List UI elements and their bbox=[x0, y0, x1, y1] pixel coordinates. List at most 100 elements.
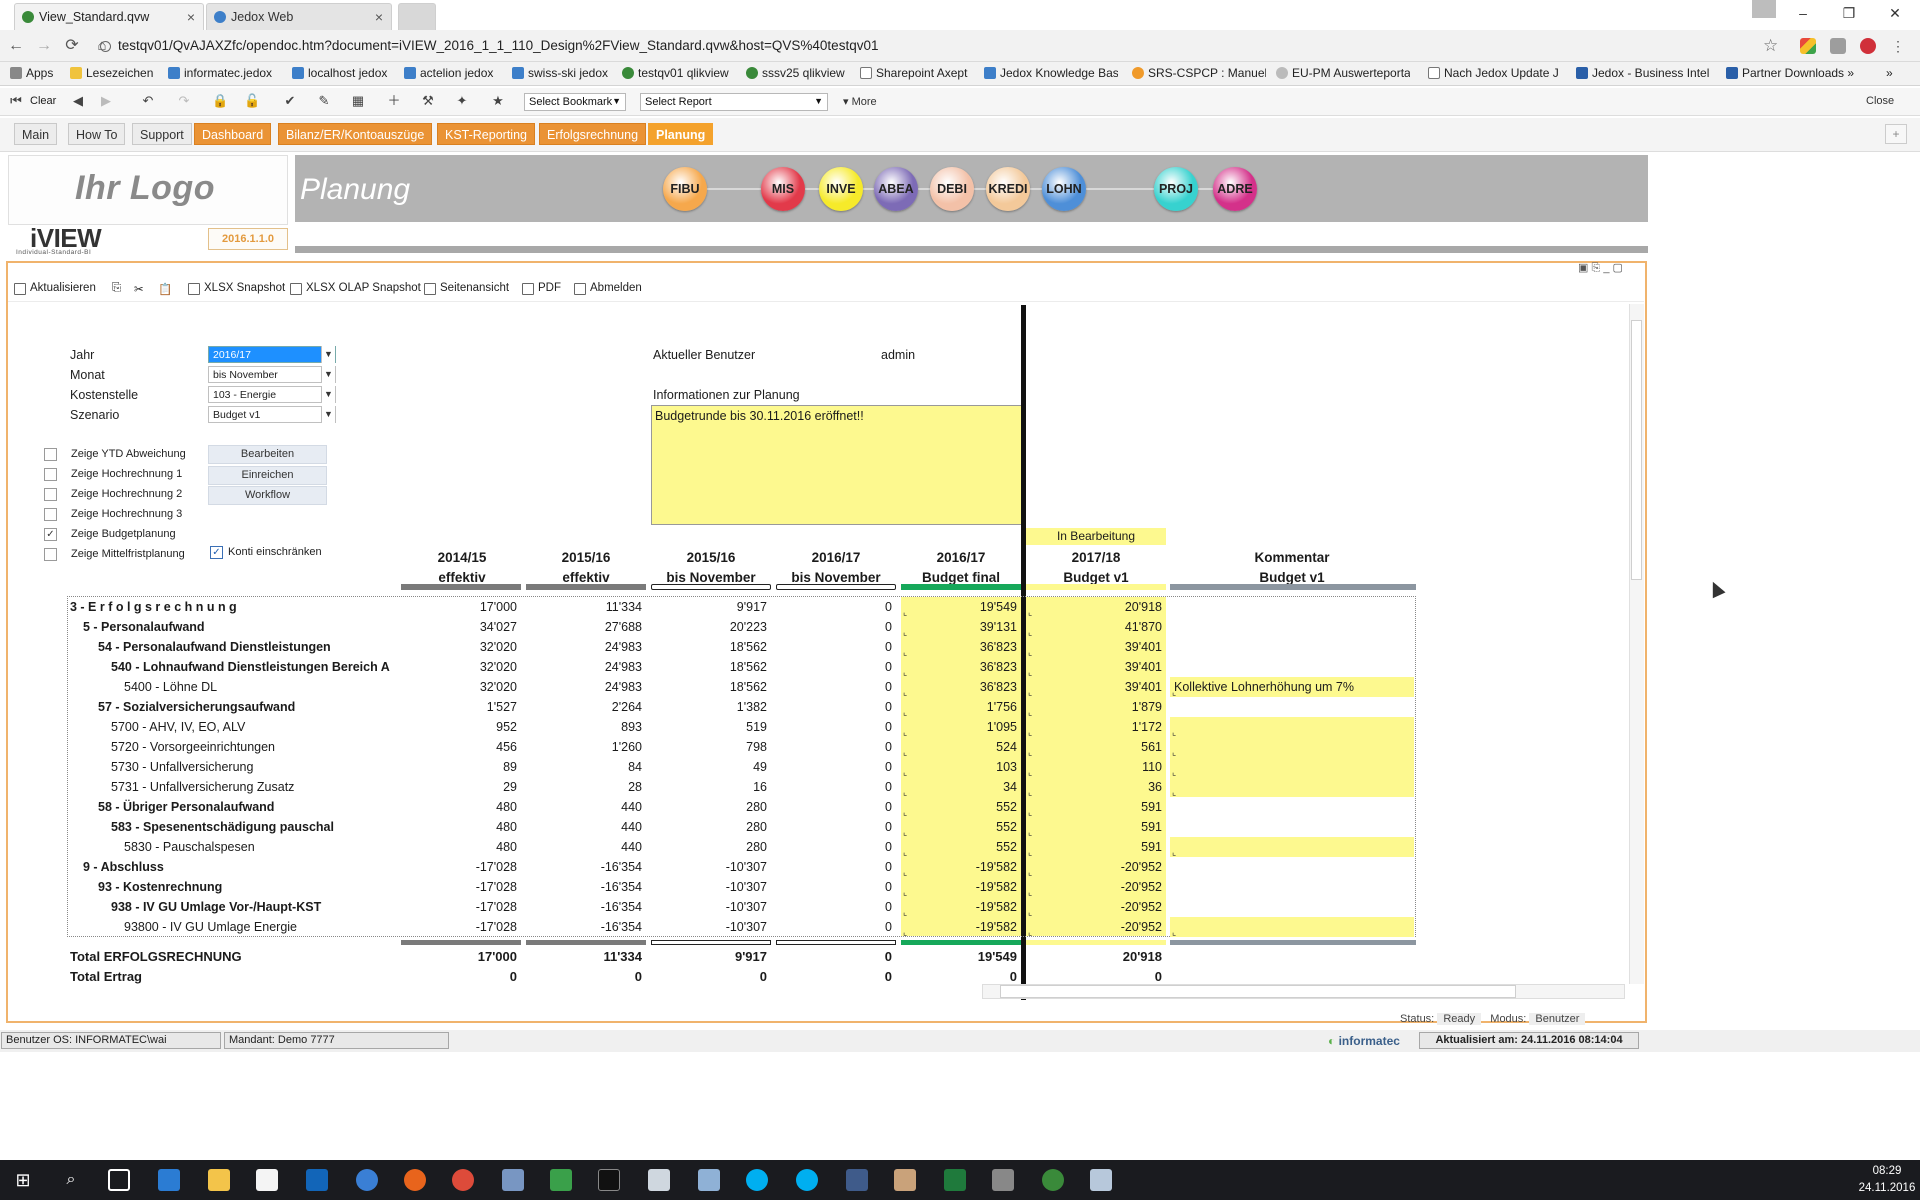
bookmark-apps[interactable]: Apps bbox=[10, 66, 60, 80]
module-debi-button[interactable]: DEBI bbox=[930, 167, 974, 211]
cell-value[interactable]: 39'401 bbox=[1050, 660, 1162, 674]
table-row[interactable]: 5720 - Vorsorgeeinrichtungen 456 1'260 798 0… bbox=[0, 737, 1416, 757]
table-row[interactable]: 58 - Übriger Personalaufwand 480 440 280 0 55… bbox=[0, 797, 1416, 817]
back-arrow-icon[interactable]: ← bbox=[6, 36, 26, 56]
tab-support[interactable]: Support bbox=[132, 123, 192, 145]
tab-main[interactable]: Main bbox=[14, 123, 58, 145]
comment-cell[interactable] bbox=[1170, 917, 1414, 937]
bookmark-informatec-jedox[interactable]: informatec.jedox bbox=[168, 66, 280, 80]
reload-icon[interactable]: ⟳ bbox=[62, 36, 82, 56]
app-icon[interactable] bbox=[1090, 1169, 1112, 1191]
cell-value[interactable]: 36 bbox=[1050, 780, 1162, 794]
cell-value[interactable]: 41'870 bbox=[1050, 620, 1162, 634]
comment-cell[interactable] bbox=[1170, 737, 1414, 757]
terminal-icon[interactable] bbox=[598, 1169, 620, 1191]
cell-value[interactable]: 1'879 bbox=[1050, 700, 1162, 714]
qlikview-icon[interactable] bbox=[1042, 1169, 1064, 1191]
planning-info-box[interactable]: Budgetrunde bis 30.11.2016 eröffnet!! bbox=[651, 405, 1022, 525]
checkbox-konti-einschraenken[interactable]: ✓ Konti einschränken bbox=[210, 546, 322, 559]
checkbox-box[interactable] bbox=[44, 488, 57, 501]
bookmark-jedox-bi[interactable]: Jedox - Business Intel bbox=[1576, 66, 1716, 80]
table-row[interactable]: 5731 - Unfallversicherung Zusatz 29 28 16 0 3… bbox=[0, 777, 1416, 797]
aktualisieren-button[interactable]: Aktualisieren bbox=[14, 282, 96, 295]
app-icon[interactable] bbox=[894, 1169, 916, 1191]
szenario-select[interactable]: Budget v1 ▼ bbox=[208, 406, 336, 423]
table-row[interactable]: 9 - Abschluss -17'028 -16'354 -10'307 0 -19'5… bbox=[0, 857, 1416, 877]
table-row[interactable]: 93800 - IV GU Umlage Energie -17'028 -16'3… bbox=[0, 917, 1416, 937]
bookmark-testqv01-qlikview[interactable]: testqv01 qlikview bbox=[622, 66, 734, 80]
chevron-down-icon[interactable]: ▼ bbox=[321, 386, 335, 403]
more-bookmarks-button[interactable]: » bbox=[1886, 66, 1906, 80]
print-icon[interactable]: ▣ bbox=[1578, 262, 1588, 274]
table-row[interactable]: 5700 - AHV, IV, EO, ALV 952 893 519 0 1'095 ⌞ 1… bbox=[0, 717, 1416, 737]
bookmark-localhost-jedox[interactable]: localhost jedox bbox=[292, 66, 392, 80]
bookmark-sharepoint-axept[interactable]: Sharepoint Axept bbox=[860, 66, 972, 80]
comment-cell[interactable] bbox=[1170, 837, 1414, 857]
copy-icon[interactable]: ⎘ bbox=[112, 282, 121, 295]
module-mis-button[interactable]: MIS bbox=[761, 167, 805, 211]
browser-tab-jedox-web[interactable]: Jedox Web × bbox=[206, 3, 392, 30]
table-row[interactable]: 583 - Spesenentschädigung pauschal 480 440… bbox=[0, 817, 1416, 837]
clear-icon[interactable]: ⏮ bbox=[8, 93, 24, 109]
clear-button[interactable]: Clear bbox=[30, 95, 56, 107]
bookmark-nach-jedox-update[interactable]: Nach Jedox Update Je bbox=[1428, 66, 1558, 80]
select-bookmark-dropdown[interactable]: Select Bookmark ▼ bbox=[524, 93, 626, 111]
edge-icon[interactable] bbox=[158, 1169, 180, 1191]
table-row[interactable]: 5400 - Löhne DL 32'020 24'983 18'562 0 36'823… bbox=[0, 677, 1416, 697]
task-view-icon[interactable] bbox=[108, 1169, 130, 1191]
table-row[interactable]: 5830 - Pauschalspesen 480 440 280 0 552 ⌞ 591 ⌞ ⌞ bbox=[0, 837, 1416, 857]
tab-planung[interactable]: Planung bbox=[648, 123, 714, 145]
add-sheet-icon[interactable]: + bbox=[1885, 124, 1907, 144]
tab-erfolgsrechnung[interactable]: Erfolgsrechnung bbox=[539, 123, 647, 145]
bookmark-star-icon[interactable]: ☆ bbox=[1763, 36, 1778, 56]
paste-icon[interactable]: 📋 bbox=[158, 282, 172, 296]
taskbar-clock[interactable]: 08:29 24.11.2016 bbox=[1858, 1163, 1916, 1197]
close-tab-icon[interactable]: × bbox=[375, 9, 383, 25]
module-abea-button[interactable]: ABEA bbox=[874, 167, 918, 211]
bookmark-eu-pm[interactable]: EU-PM Auswerteporta bbox=[1276, 66, 1410, 80]
checkbox-hochrechnung-3[interactable]: Zeige Hochrechnung 3 bbox=[44, 508, 182, 521]
checkbox-box[interactable] bbox=[44, 508, 57, 521]
checkbox-hochrechnung-1[interactable]: Zeige Hochrechnung 1 bbox=[44, 468, 182, 481]
pdf-button[interactable]: PDF bbox=[522, 282, 561, 295]
lock-icon[interactable]: 🔒 bbox=[212, 93, 228, 109]
tab-bilanz[interactable]: Bilanz/ER/Kontoauszüge bbox=[278, 123, 433, 145]
comment-cell[interactable]: Kollektive Lohnerhöhung um 7% bbox=[1170, 677, 1414, 697]
comment-cell[interactable] bbox=[1170, 717, 1414, 737]
menu-icon[interactable]: ⋮ bbox=[1890, 38, 1906, 54]
chevron-down-icon[interactable]: ▼ bbox=[321, 346, 335, 363]
firefox-icon[interactable] bbox=[404, 1169, 426, 1191]
edit-icon[interactable]: ✎ bbox=[316, 93, 332, 109]
tools-icon[interactable]: ⚒ bbox=[420, 93, 436, 109]
close-doc-button[interactable]: Close bbox=[1866, 95, 1894, 107]
page-info-icon[interactable] bbox=[100, 41, 111, 52]
vertical-scroll-thumb[interactable] bbox=[1631, 320, 1642, 580]
table-row[interactable]: 938 - IV GU Umlage Vor-/Haupt-KST -17'028… bbox=[0, 897, 1416, 917]
approve-icon[interactable]: ✔ bbox=[282, 93, 298, 109]
monat-select[interactable]: bis November ▼ bbox=[208, 366, 336, 383]
file-explorer-icon[interactable] bbox=[208, 1169, 230, 1191]
search-icon[interactable]: ⌕ bbox=[60, 1169, 82, 1191]
excel-icon[interactable] bbox=[944, 1169, 966, 1191]
maximize-frame-icon[interactable]: ▢ bbox=[1613, 262, 1623, 274]
cell-value[interactable]: 39'401 bbox=[1050, 640, 1162, 654]
cell-value[interactable]: -20'952 bbox=[1050, 860, 1162, 874]
tab-how-to[interactable]: How To bbox=[68, 123, 126, 145]
extension-colors-icon[interactable] bbox=[1800, 38, 1816, 54]
redo-icon[interactable]: ↷ bbox=[176, 93, 192, 109]
xlsx-olap-snapshot-button[interactable]: XLSX OLAP Snapshot bbox=[290, 282, 421, 295]
restore-icon[interactable]: ❐ bbox=[1826, 0, 1872, 28]
table-row[interactable]: 5 - Personalaufwand 34'027 27'688 20'223 0 39… bbox=[0, 617, 1416, 637]
comment-cell[interactable] bbox=[1170, 757, 1414, 777]
jahr-select[interactable]: 2016/17 ▼ bbox=[208, 346, 336, 363]
chevron-down-icon[interactable]: ▼ bbox=[321, 406, 335, 423]
chevron-down-icon[interactable]: ▼ bbox=[321, 366, 335, 383]
cell-value[interactable]: -20'952 bbox=[1050, 880, 1162, 894]
chrome-icon[interactable] bbox=[452, 1169, 474, 1191]
workflow-button[interactable]: Workflow bbox=[208, 486, 327, 505]
minimize-frame-icon[interactable]: _ bbox=[1603, 262, 1609, 274]
einreichen-button[interactable]: Einreichen bbox=[208, 466, 327, 485]
app-icon[interactable] bbox=[698, 1169, 720, 1191]
module-fibu-button[interactable]: FIBU bbox=[663, 167, 707, 211]
skype-business-icon[interactable] bbox=[796, 1169, 818, 1191]
